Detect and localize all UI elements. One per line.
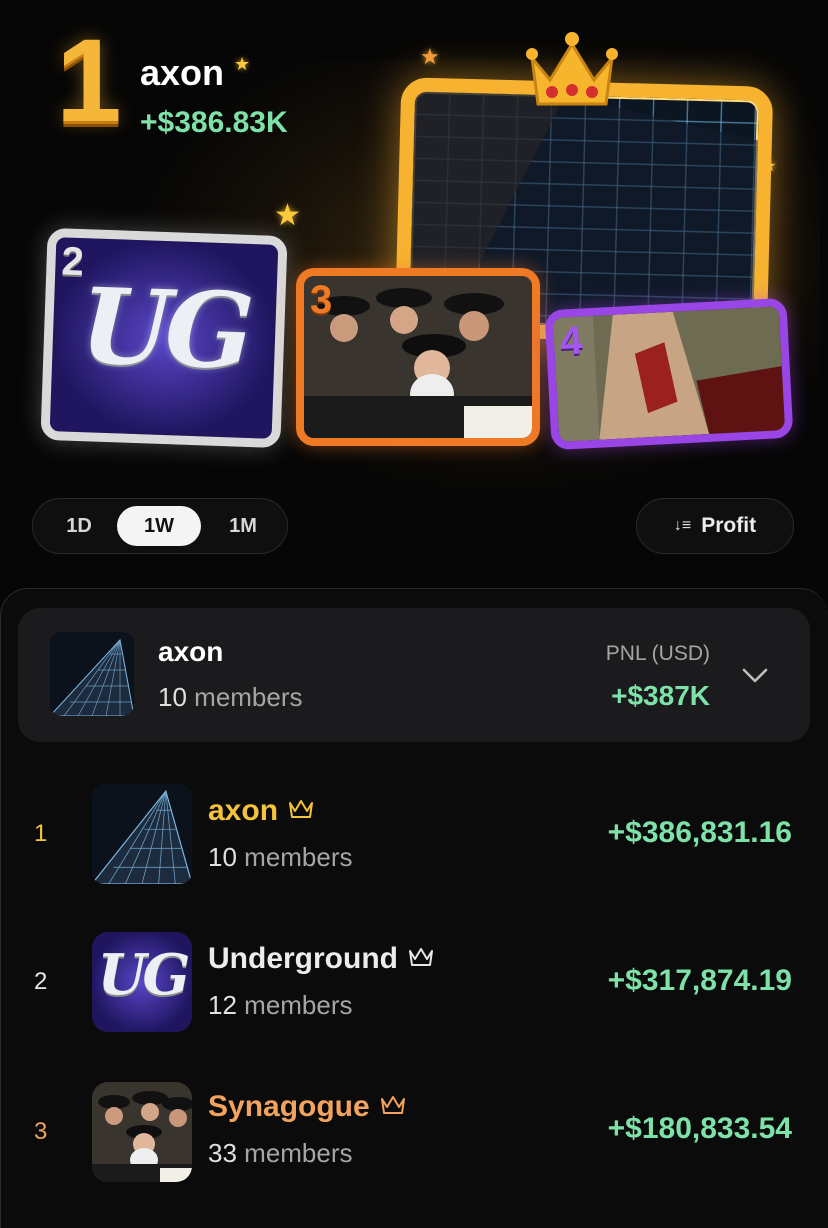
members-word: members	[244, 1138, 353, 1168]
synagogue-photo	[92, 1082, 192, 1182]
my-group-pnl: +$387K	[611, 680, 710, 711]
period-1m-button[interactable]: 1M	[211, 506, 275, 546]
synagogue-photo	[304, 276, 532, 438]
pnl-label: PNL (USD)	[605, 642, 710, 665]
ug-logo-text: UG	[78, 264, 251, 393]
my-group-card[interactable]	[18, 608, 810, 742]
member-count: 10	[208, 842, 237, 872]
members-word: members	[244, 842, 353, 872]
row-members: 12 members	[208, 990, 353, 1021]
chevron-down-icon[interactable]	[740, 660, 770, 690]
members-word: members	[244, 990, 353, 1020]
grid-pyramid-art	[92, 784, 192, 884]
group-avatar[interactable]	[92, 784, 192, 884]
podium-rank-3: 3	[310, 278, 333, 322]
row-pnl: +$386,831.16	[607, 816, 792, 849]
crown-icon	[408, 948, 433, 967]
row-members: 10 members	[208, 842, 353, 873]
member-count: 33	[208, 1138, 237, 1168]
hero-pnl: +$386.83K	[140, 106, 288, 139]
grid-pyramid-art	[50, 632, 134, 716]
group-name-text: Synagogue	[208, 1090, 370, 1123]
podium-second-frame[interactable]: 2 UG	[40, 227, 288, 449]
group-name-text: Underground	[208, 942, 398, 975]
star-icon: ★	[274, 199, 301, 232]
crown-icon	[526, 32, 618, 106]
member-count: 10	[158, 682, 187, 712]
period-selector: 1D 1W 1M	[32, 498, 288, 554]
crown-icon	[380, 1096, 405, 1115]
row-group-name[interactable]: Underground	[208, 942, 434, 976]
hero-rank: 1	[56, 15, 122, 147]
my-group-avatar	[50, 632, 134, 716]
podium-third-frame[interactable]: 3	[296, 268, 540, 446]
members-word: members	[194, 682, 303, 712]
row-rank: 1	[34, 820, 48, 847]
row-pnl: +$180,833.54	[607, 1112, 792, 1145]
group-name-text: axon	[208, 794, 279, 827]
period-1d-button[interactable]: 1D	[49, 506, 109, 546]
row-members: 33 members	[208, 1138, 353, 1169]
game-character-art	[552, 306, 786, 442]
row-rank: 3	[34, 1118, 48, 1145]
period-1w-button[interactable]: 1W	[117, 506, 201, 546]
star-icon: ★	[420, 44, 440, 69]
ug-logo-text: UG	[97, 942, 191, 1008]
sort-button[interactable]: ↓≡ Profit	[636, 498, 794, 554]
crown-icon	[289, 800, 314, 819]
sort-icon: ↓≡	[673, 517, 692, 534]
group-avatar[interactable]: UG	[92, 932, 192, 1032]
my-group-members: 10 members	[158, 682, 303, 713]
row-pnl: +$317,874.19	[607, 964, 792, 997]
row-group-name[interactable]: axon	[208, 794, 314, 828]
member-count: 12	[208, 990, 237, 1020]
my-group-name: axon	[158, 636, 224, 667]
sort-label: Profit	[701, 514, 757, 537]
podium-rank-2: 2	[60, 239, 85, 285]
star-icon: ★	[234, 54, 251, 74]
podium-fourth-frame[interactable]: 4	[544, 297, 794, 451]
hero-group-name: axon	[140, 52, 225, 93]
row-rank: 2	[34, 968, 48, 995]
row-group-name[interactable]: Synagogue	[208, 1090, 406, 1124]
podium-rank-4: 4	[559, 318, 584, 364]
group-avatar[interactable]	[92, 1082, 192, 1182]
